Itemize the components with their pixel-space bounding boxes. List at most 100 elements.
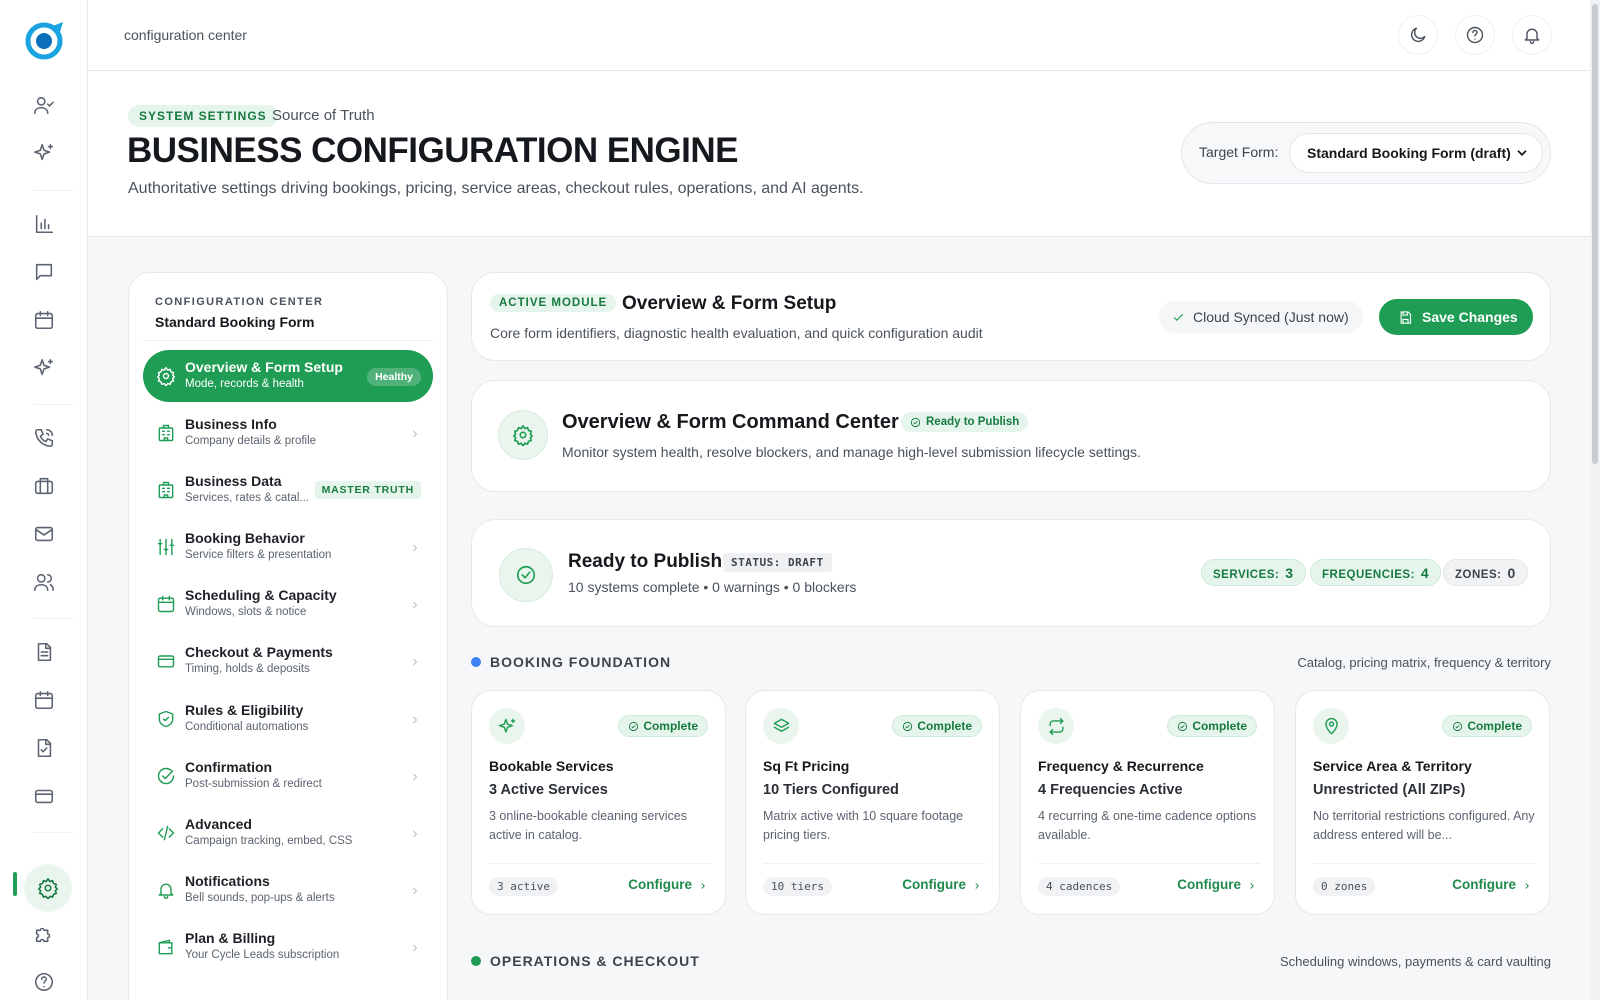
check-circle-icon: [910, 417, 921, 428]
active-module-card: ACTIVE MODULE Overview & Form Setup Core…: [471, 272, 1551, 361]
tile-chip: 4 cadences: [1038, 877, 1121, 896]
tile-sqft-pricing[interactable]: Complete Sq Ft Pricing 10 Tiers Configur…: [745, 690, 1000, 915]
help-icon[interactable]: [1455, 15, 1495, 55]
chevron-right-icon: [409, 941, 421, 953]
chevron-right-icon: [409, 598, 421, 610]
sidebar-item-plan-billing[interactable]: Plan & Billing Your Cycle Leads subscrip…: [143, 921, 433, 973]
calendar-alt-icon[interactable]: [24, 680, 64, 720]
tile-bookable-services[interactable]: Complete Bookable Services 3 Active Serv…: [471, 690, 726, 915]
file-check-icon[interactable]: [24, 728, 64, 768]
sync-status: Cloud Synced (Just now): [1159, 301, 1363, 333]
app-rail: [0, 0, 88, 1000]
sidebar-item-label: Booking Behavior: [185, 530, 305, 546]
sidebar-item-booking-behavior[interactable]: Booking Behavior Service filters & prese…: [143, 521, 433, 573]
source-label: Source of Truth: [272, 107, 375, 124]
repeat-icon: [1038, 708, 1074, 744]
code-icon: [156, 823, 176, 843]
sidebar-item-label: Overview & Form Setup: [185, 359, 343, 375]
calendar-icon: [156, 594, 176, 614]
ai-sparkle-icon[interactable]: [24, 348, 64, 388]
tile-frequency[interactable]: Complete Frequency & Recurrence 4 Freque…: [1020, 690, 1275, 915]
sidebar-item-desc: Bell sounds, pop-ups & alerts: [185, 892, 335, 904]
settings-gear-icon[interactable]: [24, 864, 72, 912]
sparkle-icon[interactable]: [24, 133, 64, 173]
sidebar-item-advanced[interactable]: Advanced Campaign tracking, embed, CSS: [143, 807, 433, 859]
sidebar-item-label: Confirmation: [185, 759, 273, 775]
sidebar-item-desc: Campaign tracking, embed, CSS: [185, 835, 353, 847]
sidebar-item-label: Notifications: [185, 873, 270, 889]
tile-description: Matrix active with 10 square footage pri…: [763, 809, 964, 842]
sidebar-item-desc: Timing, holds & deposits: [185, 663, 310, 675]
complete-badge: Complete: [892, 715, 982, 737]
breadcrumb: configuration center: [124, 27, 247, 43]
tile-service-area[interactable]: Complete Service Area & Territory Unrest…: [1295, 690, 1550, 915]
briefcase-icon[interactable]: [24, 466, 64, 506]
chevron-right-icon: [1525, 883, 1529, 889]
sidebar-item-checkout[interactable]: Checkout & Payments Timing, holds & depo…: [143, 635, 433, 687]
chevron-right-icon: [409, 655, 421, 667]
bell-icon[interactable]: [1512, 15, 1552, 55]
zones-count-pill: ZONES: 0: [1443, 559, 1528, 586]
command-center-card: Overview & Form Command Center Ready to …: [471, 380, 1551, 492]
sidebar-item-scheduling[interactable]: Scheduling & Capacity Windows, slots & n…: [143, 578, 433, 630]
users-icon[interactable]: [24, 562, 64, 602]
target-form-control: Target Form: Standard Booking Form (draf…: [1181, 122, 1551, 184]
gear-icon: [498, 410, 548, 460]
tile-title: Bookable Services: [489, 758, 614, 774]
top-bar: configuration center: [88, 0, 1590, 71]
user-check-icon[interactable]: [24, 85, 64, 125]
sidebar-item-label: Advanced: [185, 816, 252, 832]
configure-link[interactable]: Configure: [628, 877, 708, 892]
sidebar-item-business-info[interactable]: Business Info Company details & profile: [143, 407, 433, 459]
page-header: SYSTEM SETTINGS Source of Truth BUSINESS…: [88, 71, 1590, 237]
moon-icon[interactable]: [1398, 15, 1438, 55]
gear-icon: [156, 366, 176, 387]
save-icon: [1400, 311, 1412, 324]
layers-icon: [763, 708, 799, 744]
tile-value: 4 Frequencies Active: [1038, 782, 1183, 798]
publish-status-card: Ready to Publish STATUS: DRAFT 10 system…: [471, 519, 1551, 627]
sparkle-icon: [489, 708, 525, 744]
complete-badge: Complete: [1167, 715, 1257, 737]
sidebar-item-label: Checkout & Payments: [185, 644, 333, 660]
tile-chip: 0 zones: [1313, 877, 1376, 896]
bar-chart-icon[interactable]: [24, 204, 64, 244]
message-square-icon[interactable]: [24, 252, 64, 292]
target-form-select[interactable]: Standard Booking Form (draft): [1289, 133, 1543, 173]
building-icon: [156, 480, 176, 500]
configure-link[interactable]: Configure: [902, 877, 982, 892]
help-circle-icon[interactable]: [24, 962, 64, 1000]
module-title: Overview & Form Setup: [622, 293, 837, 314]
tile-chip: 3 active: [489, 877, 558, 896]
puzzle-icon[interactable]: [24, 914, 64, 954]
file-text-icon[interactable]: [24, 632, 64, 672]
scrollbar[interactable]: [1590, 0, 1600, 1000]
tile-description: No territorial restrictions configured. …: [1313, 809, 1535, 842]
configure-link[interactable]: Configure: [1177, 877, 1257, 892]
mail-icon[interactable]: [24, 514, 64, 554]
sidebar-item-notifications[interactable]: Notifications Bell sounds, pop-ups & ale…: [143, 864, 433, 916]
scrollbar-thumb[interactable]: [1592, 4, 1598, 464]
chevron-right-icon: [409, 541, 421, 553]
sidebar-item-business-data[interactable]: Business Data Services, rates & catal...…: [143, 464, 433, 516]
credit-card-icon[interactable]: [24, 776, 64, 816]
tile-value: Unrestricted (All ZIPs): [1313, 782, 1466, 798]
section-caption-booking: Catalog, pricing matrix, frequency & ter…: [1297, 655, 1551, 670]
sidebar-item-desc: Conditional automations: [185, 721, 309, 733]
chevron-down-icon: [1517, 150, 1527, 156]
sidebar-item-overview[interactable]: Overview & Form Setup Mode, records & he…: [143, 350, 433, 402]
sidebar-caption: CONFIGURATION CENTER: [155, 296, 324, 308]
sidebar-item-confirmation[interactable]: Confirmation Post-submission & redirect: [143, 750, 433, 802]
sidebar-item-rules[interactable]: Rules & Eligibility Conditional automati…: [143, 693, 433, 745]
calendar-icon[interactable]: [24, 300, 64, 340]
publish-title: Ready to Publish: [568, 551, 723, 572]
app-logo[interactable]: [23, 18, 67, 62]
save-button[interactable]: Save Changes: [1379, 299, 1533, 335]
configure-link[interactable]: Configure: [1452, 877, 1532, 892]
active-indicator: [13, 872, 17, 896]
chevron-right-icon: [409, 884, 421, 896]
tile-description: 3 online-bookable cleaning services acti…: [489, 809, 688, 842]
ready-badge: Ready to Publish: [901, 412, 1029, 432]
map-pin-icon: [1313, 708, 1349, 744]
phone-icon[interactable]: [24, 418, 64, 458]
